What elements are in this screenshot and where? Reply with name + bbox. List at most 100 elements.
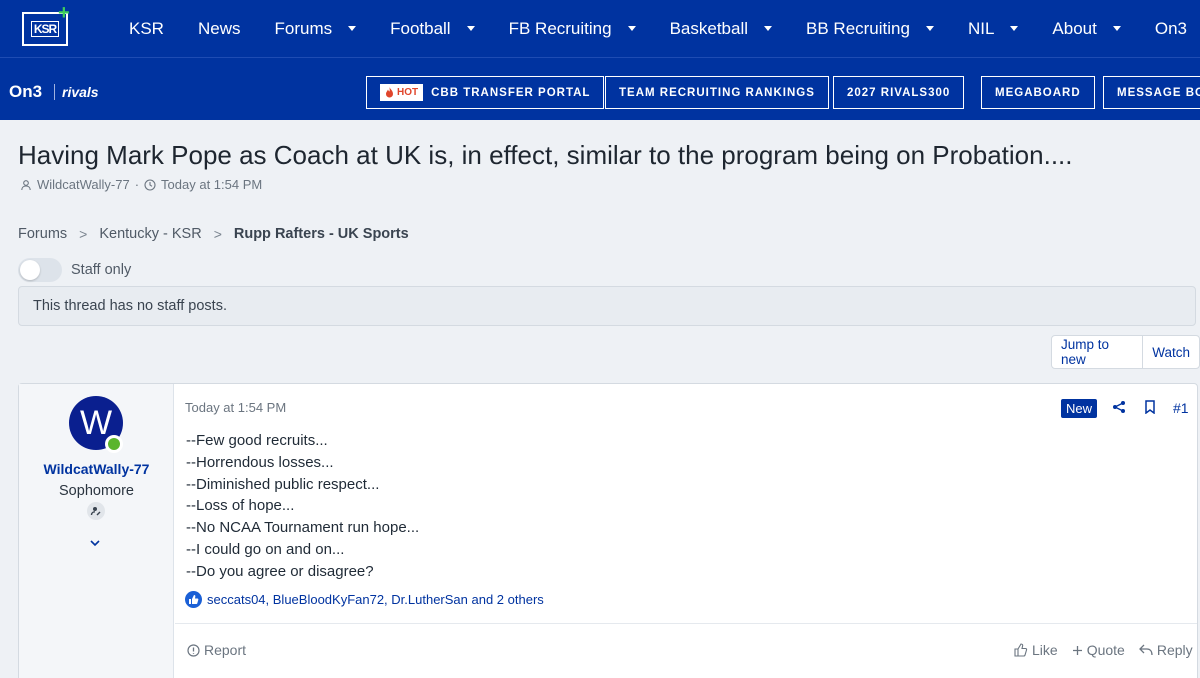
breadcrumb-kentucky-ksr[interactable]: Kentucky - KSR	[99, 226, 201, 242]
thread-action-buttons: Jump to new Watch	[1051, 335, 1200, 369]
post: W WildcatWally-77 Sophomore Today at 1:5…	[18, 383, 1198, 678]
thread-author[interactable]: WildcatWally-77	[37, 177, 130, 192]
nav-item-news[interactable]: News	[181, 0, 258, 57]
reply-button[interactable]: Reply	[1138, 642, 1193, 658]
nav-item-label: FB Recruiting	[508, 18, 612, 38]
clock-icon	[144, 178, 156, 191]
post-username[interactable]: WildcatWally-77	[19, 461, 174, 477]
share-icon[interactable]	[1112, 400, 1126, 419]
caret-down-icon[interactable]	[1112, 26, 1121, 31]
breadcrumb: Forums > Kentucky - KSR > Rupp Rafters -…	[18, 226, 409, 242]
nav-item-label: Football	[390, 18, 451, 38]
info-icon	[187, 643, 200, 657]
post-line: --Few good recruits...	[186, 432, 328, 449]
post-body: --Few good recruits... --Horrendous loss…	[186, 430, 419, 583]
nav-item-label: About	[1052, 18, 1097, 38]
nav-item-label: KSR	[129, 18, 164, 38]
chevron-down-icon[interactable]	[89, 534, 101, 550]
thread-time[interactable]: Today at 1:54 PM	[161, 177, 262, 192]
top-navbar: KSR + KSR News Forums Football FB Recruiting…	[0, 0, 1200, 57]
rivals300-button[interactable]: 2027 RIVALS300	[833, 76, 965, 109]
jump-to-new-button[interactable]: Jump to new	[1052, 336, 1142, 368]
nav-item-basketball[interactable]: Basketball	[653, 0, 789, 57]
nav-item-label: Forums	[274, 18, 333, 38]
reaction-users[interactable]: seccats04, BlueBloodKyFan72, Dr.LutherSa…	[207, 592, 544, 607]
staff-posts-notice: This thread has no staff posts.	[18, 286, 1196, 326]
post-user-column: W WildcatWally-77 Sophomore	[19, 384, 174, 678]
bookmark-icon[interactable]	[1144, 400, 1156, 419]
meta-separator: ·	[134, 177, 140, 192]
nav-item-on3[interactable]: On3	[1138, 0, 1200, 57]
post-date[interactable]: Today at 1:54 PM	[185, 400, 286, 415]
user-rank: Sophomore	[59, 483, 134, 499]
nav-item-label: BB Recruiting	[806, 18, 910, 38]
nav-item-bb-recruiting[interactable]: BB Recruiting	[789, 0, 951, 57]
breadcrumb-forums[interactable]: Forums	[18, 226, 67, 242]
user-icon	[21, 179, 31, 190]
report-label: Report	[204, 642, 247, 658]
message-boards-button[interactable]: MESSAGE BOA	[1103, 76, 1200, 109]
nav-items: KSR News Forums Football FB Recruiting Basket…	[112, 0, 1200, 57]
caret-down-icon[interactable]	[1010, 26, 1019, 31]
post-actions-divider	[175, 623, 1197, 624]
chevron-right-icon: >	[79, 226, 88, 242]
nav-item-forums[interactable]: Forums	[257, 0, 373, 57]
reply-icon	[1138, 644, 1153, 656]
chevron-right-icon: >	[213, 226, 222, 242]
toggle-knob	[20, 260, 40, 280]
nav-item-football[interactable]: Football	[373, 0, 491, 57]
post-line: --Diminished public respect...	[186, 475, 380, 493]
fire-icon	[386, 87, 393, 98]
nav-item-about[interactable]: About	[1035, 0, 1137, 57]
reactions-bar: seccats04, BlueBloodKyFan72, Dr.LutherSa…	[185, 591, 544, 608]
pill-label: CBB TRANSFER PORTAL	[431, 86, 591, 99]
new-badge: New	[1061, 399, 1098, 418]
caret-down-icon[interactable]	[925, 26, 934, 31]
post-line: --No NCAA Tournament run hope...	[186, 519, 420, 537]
reply-label: Reply	[1156, 642, 1193, 658]
on3-logo[interactable]: On3	[9, 82, 42, 102]
post-line: --I could go on and on...	[186, 540, 345, 558]
caret-down-icon[interactable]	[348, 26, 357, 31]
thumbs-up-icon	[1014, 643, 1028, 657]
quote-button[interactable]: Quote	[1072, 642, 1125, 658]
like-button[interactable]: Like	[1014, 642, 1058, 658]
user-badge-icon	[87, 502, 105, 520]
pill-label: TEAM RECRUITING RANKINGS	[619, 86, 815, 99]
watch-button[interactable]: Watch	[1142, 336, 1199, 368]
cbb-transfer-portal-button[interactable]: HOT CBB TRANSFER PORTAL	[366, 76, 605, 109]
nav-item-nil[interactable]: NIL	[951, 0, 1035, 57]
caret-down-icon[interactable]	[764, 26, 773, 31]
post-line: --Horrendous losses...	[186, 453, 334, 471]
staff-only-label: Staff only	[71, 262, 132, 278]
breadcrumb-rupp-rafters[interactable]: Rupp Rafters - UK Sports	[234, 226, 409, 242]
post-line: --Do you agree or disagree?	[186, 562, 374, 580]
team-recruiting-rankings-button[interactable]: TEAM RECRUITING RANKINGS	[605, 76, 829, 109]
post-number[interactable]: #1	[1173, 400, 1189, 416]
plus-icon	[1072, 645, 1082, 655]
megaboard-button[interactable]: MEGABOARD	[981, 76, 1095, 109]
nav-item-label: NIL	[967, 18, 995, 38]
thread-meta: WildcatWally-77 · Today at 1:54 PM	[20, 177, 262, 192]
pill-label: MEGABOARD	[995, 86, 1081, 99]
quote-label: Quote	[1086, 642, 1125, 658]
post-actions: Like Quote Reply	[1014, 642, 1193, 658]
report-button[interactable]: Report	[187, 642, 246, 658]
on3-rivals-bar: On3 rivals HOT CBB TRANSFER PORTAL TEAM …	[0, 57, 1200, 120]
nav-item-label: Basketball	[669, 18, 749, 38]
like-label: Like	[1032, 642, 1058, 658]
nav-item-fb-recruiting[interactable]: FB Recruiting	[492, 0, 653, 57]
pill-label: 2027 RIVALS300	[847, 86, 951, 99]
pill-label: MESSAGE BOA	[1117, 86, 1200, 99]
hot-badge: HOT	[380, 84, 424, 101]
staff-only-toggle[interactable]	[18, 258, 62, 282]
caret-down-icon[interactable]	[466, 26, 475, 31]
post-line: --Loss of hope...	[186, 497, 295, 515]
rivals-logo[interactable]: rivals	[62, 84, 99, 100]
caret-down-icon[interactable]	[627, 26, 636, 31]
logo-text: KSR	[30, 21, 60, 37]
logo-divider	[54, 84, 55, 100]
nav-item-ksr[interactable]: KSR	[112, 0, 181, 57]
hot-label: HOT	[397, 87, 419, 98]
nav-item-label: News	[197, 18, 241, 38]
